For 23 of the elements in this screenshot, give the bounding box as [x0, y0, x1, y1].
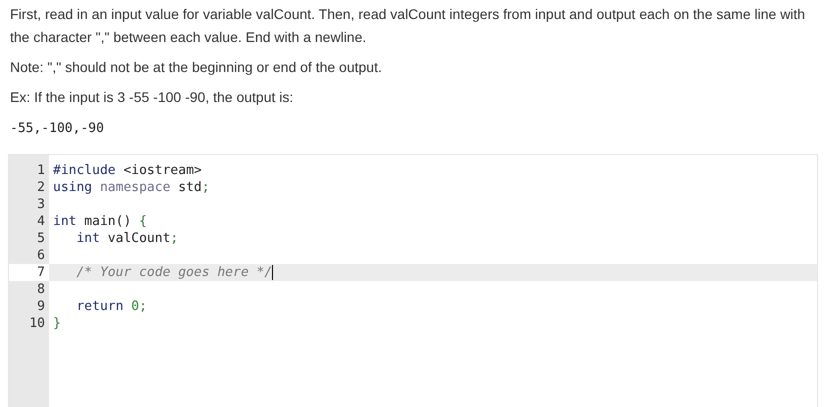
- line-number: 3: [37, 196, 45, 213]
- code-line: return 0;: [75, 298, 147, 315]
- line-number: 5: [37, 230, 45, 247]
- text-cursor: [272, 265, 274, 280]
- code-line: /* Your code goes here */: [75, 264, 272, 281]
- instruction-text: First, read in an input value for variable valCount. Then, read valCount integers from input and output each on the same line with the character "," between each value. End with a newline.: [10, 5, 806, 47]
- instruction-text: Ex: If the input is 3 -55 -100 -90, the output is:: [10, 88, 294, 107]
- example-output: -55,-100,-90: [10, 120, 104, 138]
- code-line: #include <iostream>: [53, 162, 202, 179]
- code-line: using namespace std;: [53, 179, 210, 196]
- line-number: 1: [37, 162, 45, 179]
- line-number: 9: [37, 298, 45, 315]
- line-number: 10: [29, 315, 45, 332]
- line-number: 6: [37, 247, 45, 264]
- line-number: 7: [37, 264, 45, 281]
- code-line: int valCount;: [75, 230, 178, 247]
- code-line: }: [53, 315, 61, 332]
- instruction-text: Note: "," should not be at the beginning or end of the output.: [10, 58, 383, 77]
- code-line: int main() {: [53, 213, 147, 230]
- line-number: 8: [37, 281, 45, 298]
- line-number: 4: [37, 213, 45, 230]
- code-editor[interactable]: 1 2 3 4 5 6 7 8 9 10 #include <iostream> using namespace std; int main() { int valCount; /* Your code goes here */ return 0; }: [8, 154, 818, 407]
- line-number: 2: [37, 179, 45, 196]
